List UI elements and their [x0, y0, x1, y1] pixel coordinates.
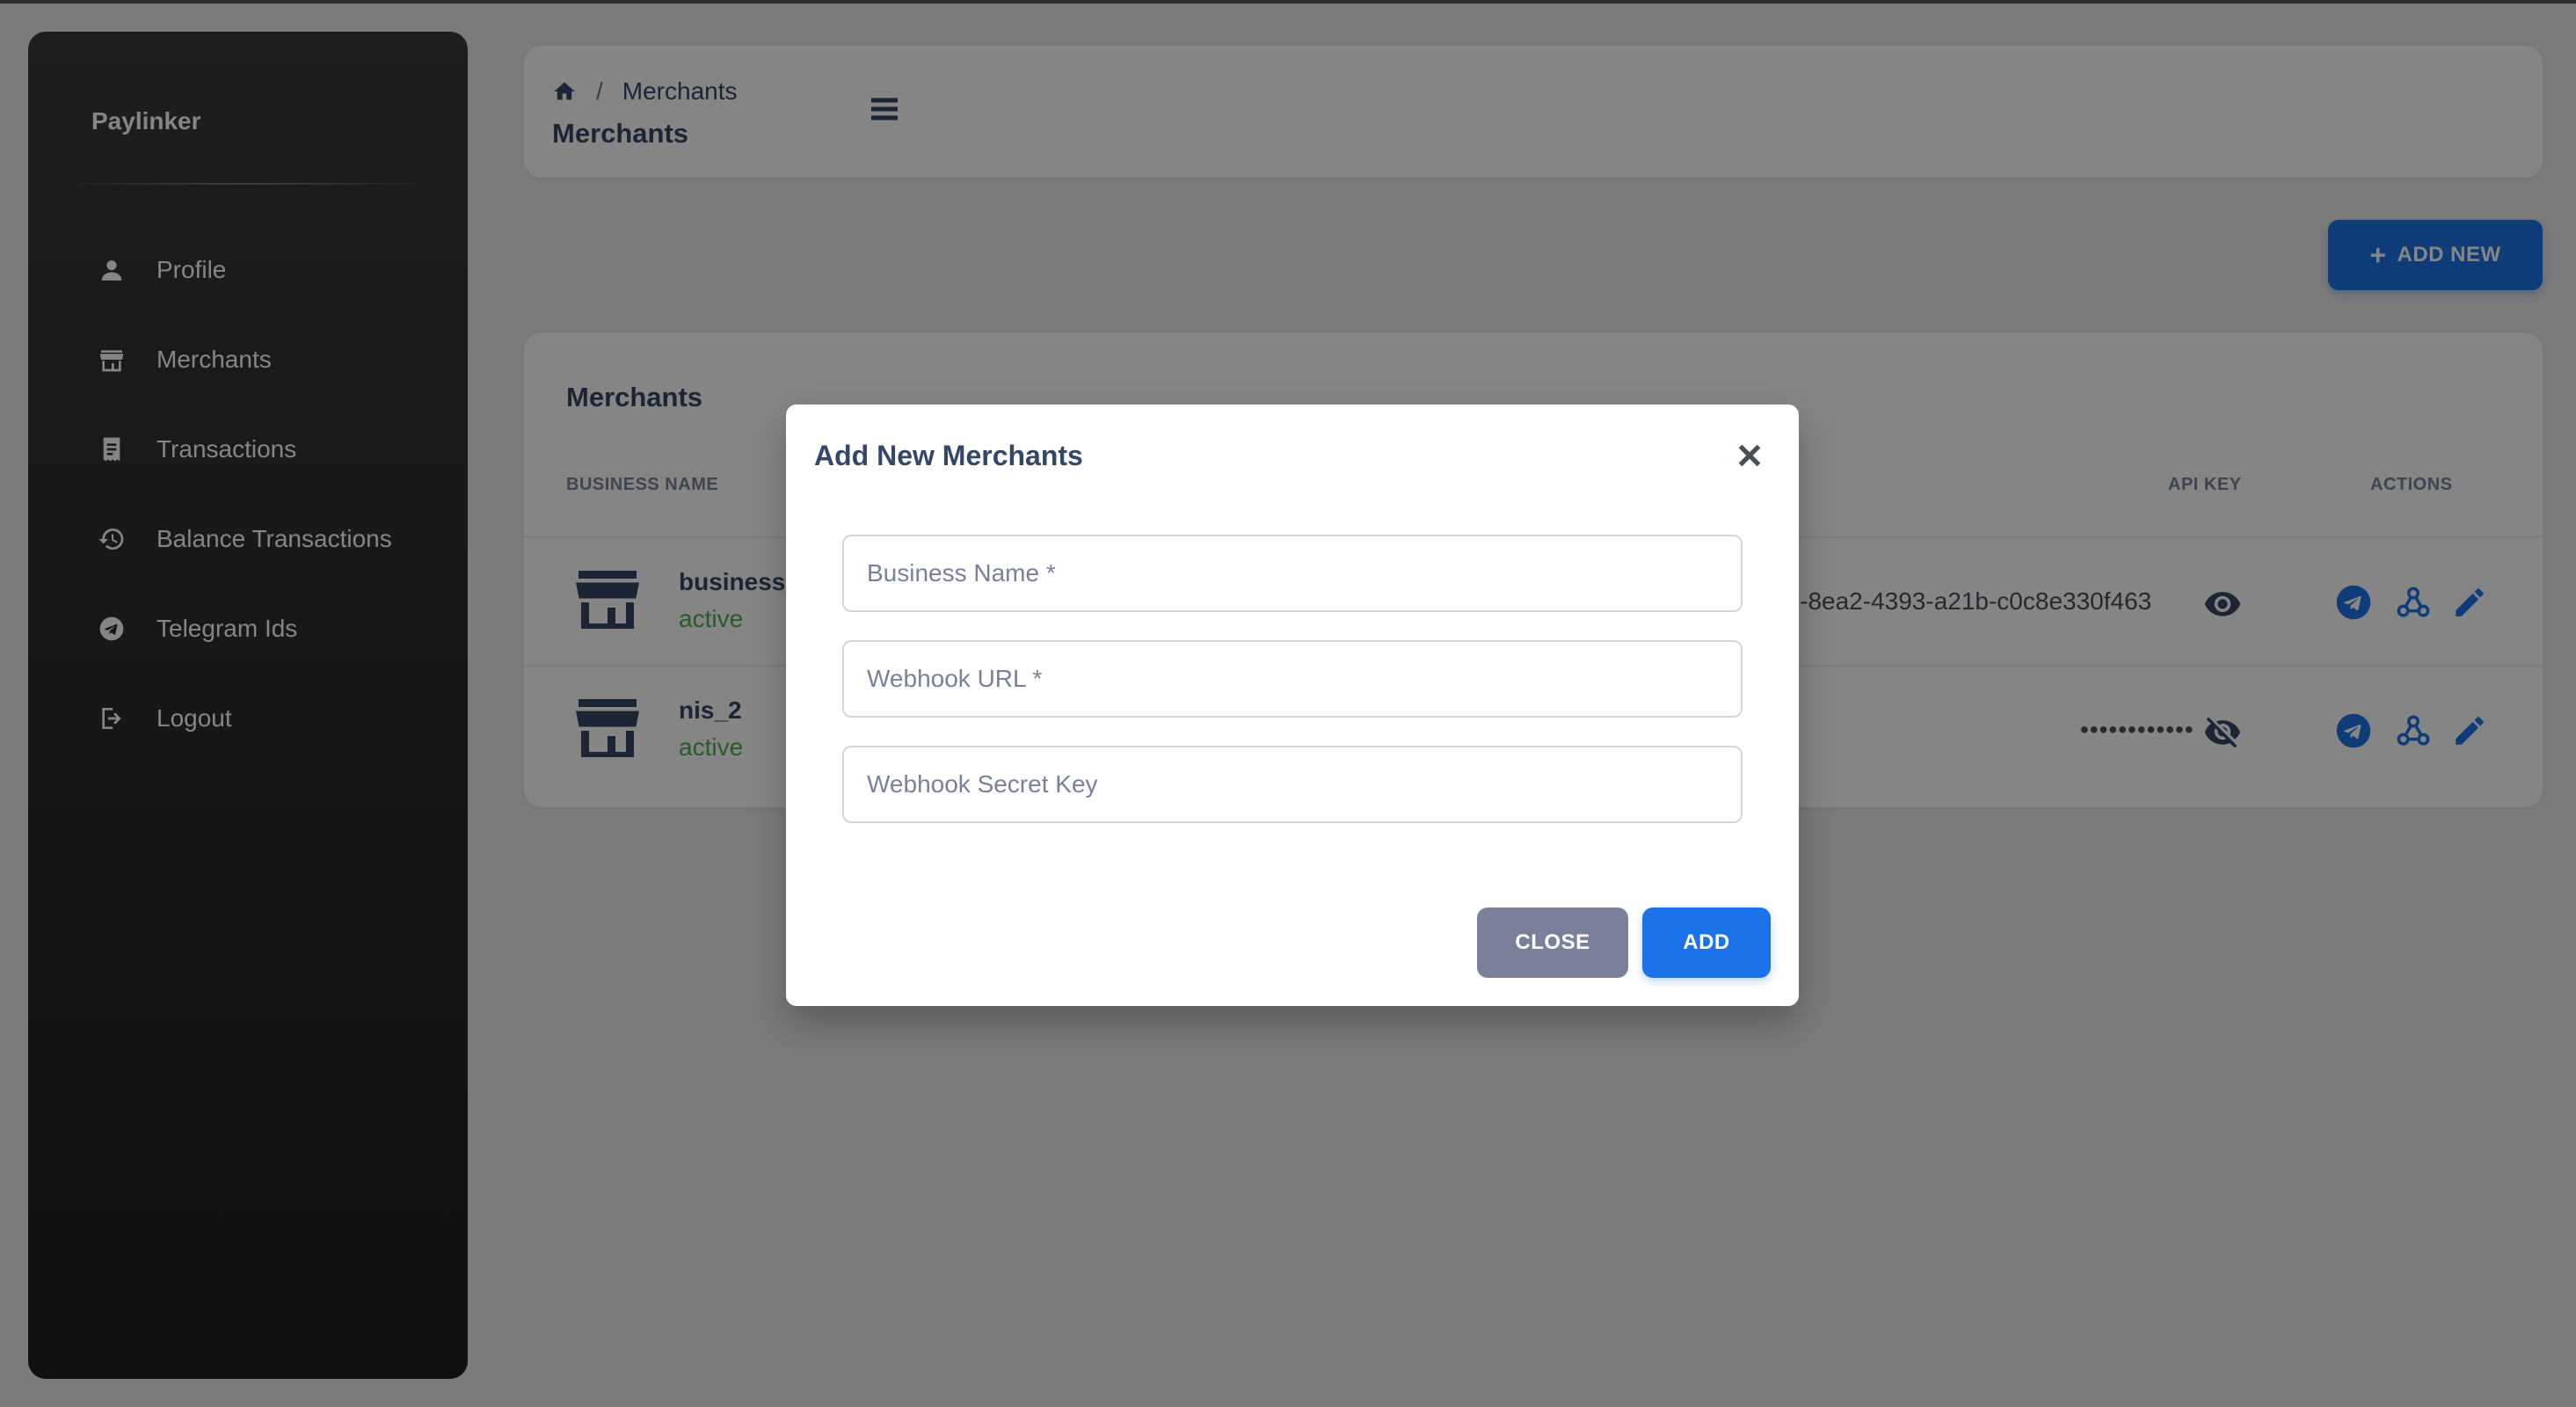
add-button[interactable]: ADD [1642, 908, 1771, 978]
add-merchant-dialog: Add New Merchants CLOSE ADD [786, 405, 1799, 1006]
close-button[interactable]: CLOSE [1477, 908, 1628, 978]
business-name-input[interactable] [842, 535, 1743, 612]
webhook-url-input[interactable] [842, 640, 1743, 718]
webhook-secret-key-input[interactable] [842, 746, 1743, 823]
dialog-title: Add New Merchants [814, 440, 1083, 471]
close-icon[interactable] [1730, 436, 1769, 475]
